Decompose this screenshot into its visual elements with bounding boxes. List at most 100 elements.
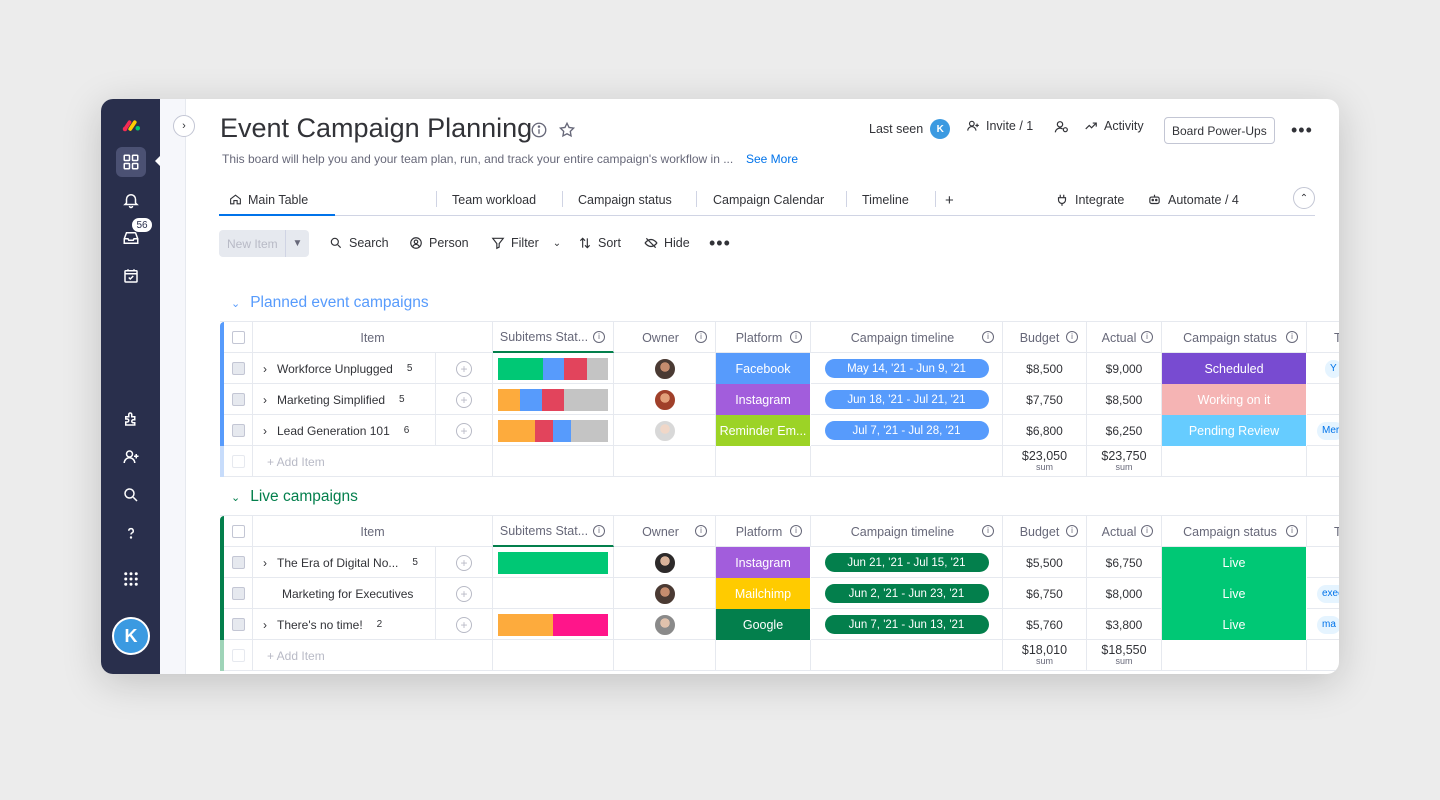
activity-button[interactable]: Activity: [1084, 119, 1144, 133]
status-cell[interactable]: Live: [1162, 578, 1307, 609]
platform-cell[interactable]: Mailchimp: [716, 578, 811, 609]
item-name[interactable]: Marketing Simplified: [277, 393, 385, 407]
bell-icon[interactable]: [116, 185, 146, 215]
info-icon[interactable]: i: [1141, 525, 1153, 537]
column-timeline[interactable]: Campaign timeline i: [811, 516, 1003, 547]
owner-cell[interactable]: [614, 384, 716, 415]
tab-team-workload[interactable]: Team workload: [452, 185, 536, 215]
group-collapse-chevron-icon[interactable]: ⌄: [231, 297, 240, 310]
platform-cell[interactable]: Facebook: [716, 353, 811, 384]
invite-user-icon[interactable]: [116, 442, 146, 472]
group-title-planned[interactable]: ⌄ Planned event campaigns: [231, 294, 429, 312]
item-name[interactable]: The Era of Digital No...: [277, 556, 398, 570]
timeline-cell[interactable]: May 14, '21 - Jun 9, '21: [811, 353, 1003, 384]
owner-cell[interactable]: [614, 578, 716, 609]
column-item[interactable]: Item: [253, 322, 493, 353]
integrate-button[interactable]: Integrate: [1055, 185, 1124, 215]
row-select-cell[interactable]: [224, 384, 253, 415]
expand-panel-chevron-icon[interactable]: ›: [173, 115, 195, 137]
filter-button[interactable]: Filter ⌄: [491, 236, 561, 250]
info-icon[interactable]: i: [1286, 525, 1298, 537]
updates-cell[interactable]: +: [436, 384, 493, 415]
budget-cell[interactable]: $6,800: [1003, 415, 1087, 446]
budget-cell[interactable]: $5,500: [1003, 547, 1087, 578]
status-cell[interactable]: Scheduled: [1162, 353, 1307, 384]
platform-cell[interactable]: Reminder Em...: [716, 415, 811, 446]
integrations-people-icon[interactable]: [1054, 119, 1070, 135]
owner-cell[interactable]: [614, 353, 716, 384]
item-name[interactable]: There's no time!: [277, 618, 363, 632]
table-row[interactable]: › Marketing Simplified 5 + Instagram Jun…: [220, 384, 1339, 415]
extra-tag[interactable]: exec: [1317, 584, 1339, 603]
see-more-link[interactable]: See More: [746, 152, 798, 166]
person-filter-button[interactable]: Person: [409, 236, 469, 250]
owner-avatar[interactable]: [653, 419, 676, 442]
actual-cell[interactable]: $3,800: [1087, 609, 1162, 640]
user-avatar[interactable]: K: [112, 617, 150, 655]
add-view-button[interactable]: +: [945, 185, 954, 215]
info-icon[interactable]: i: [982, 331, 994, 343]
add-update-icon[interactable]: +: [456, 360, 472, 377]
budget-cell[interactable]: $7,750: [1003, 384, 1087, 415]
timeline-cell[interactable]: Jun 18, '21 - Jul 21, '21: [811, 384, 1003, 415]
star-icon[interactable]: [558, 121, 576, 139]
budget-cell[interactable]: $8,500: [1003, 353, 1087, 384]
status-cell[interactable]: Live: [1162, 547, 1307, 578]
owner-cell[interactable]: [614, 547, 716, 578]
extra-cell[interactable]: Mer: [1307, 415, 1339, 446]
item-name-cell[interactable]: Marketing for Executives: [253, 578, 436, 609]
row-select-cell[interactable]: [224, 609, 253, 640]
actual-cell[interactable]: $9,000: [1087, 353, 1162, 384]
row-checkbox[interactable]: [231, 362, 245, 375]
tab-campaign-calendar[interactable]: Campaign Calendar: [713, 185, 824, 215]
select-all-cell[interactable]: [224, 516, 253, 547]
table-row[interactable]: › Lead Generation 101 6 + Reminder Em...…: [220, 415, 1339, 446]
column-timeline[interactable]: Campaign timeline i: [811, 322, 1003, 353]
expand-subitems-chevron-icon[interactable]: ›: [263, 393, 267, 407]
group-title-live[interactable]: ⌄ Live campaigns: [231, 488, 358, 506]
subitems-status-cell[interactable]: [493, 353, 614, 384]
extra-tag[interactable]: Y: [1325, 359, 1339, 378]
budget-cell[interactable]: $5,760: [1003, 609, 1087, 640]
column-extra[interactable]: T: [1307, 516, 1339, 547]
row-select-cell[interactable]: [224, 353, 253, 384]
timeline-cell[interactable]: Jun 7, '21 - Jun 13, '21: [811, 609, 1003, 640]
sort-button[interactable]: Sort: [578, 236, 621, 250]
updates-cell[interactable]: +: [436, 578, 493, 609]
info-icon[interactable]: i: [790, 525, 802, 537]
info-icon[interactable]: i: [790, 331, 802, 343]
timeline-cell[interactable]: Jun 21, '21 - Jul 15, '21: [811, 547, 1003, 578]
item-name-cell[interactable]: › There's no time! 2: [253, 609, 436, 640]
row-checkbox[interactable]: [231, 618, 245, 631]
info-icon[interactable]: i: [1141, 331, 1153, 343]
apps-puzzle-icon[interactable]: [116, 404, 146, 434]
owner-avatar[interactable]: [653, 388, 676, 411]
item-name[interactable]: Marketing for Executives: [282, 587, 413, 601]
platform-cell[interactable]: Instagram: [716, 384, 811, 415]
extra-cell[interactable]: [1307, 384, 1339, 415]
timeline-cell[interactable]: Jul 7, '21 - Jul 28, '21: [811, 415, 1003, 446]
group-collapse-chevron-icon[interactable]: ⌄: [231, 491, 240, 504]
actual-cell[interactable]: $8,500: [1087, 384, 1162, 415]
search-button[interactable]: Search: [329, 236, 389, 250]
item-name-cell[interactable]: › Workforce Unplugged 5: [253, 353, 436, 384]
item-name-cell[interactable]: › The Era of Digital No... 5: [253, 547, 436, 578]
expand-subitems-chevron-icon[interactable]: ›: [263, 362, 267, 376]
extra-tag[interactable]: Mer: [1317, 421, 1339, 440]
row-select-cell[interactable]: [224, 547, 253, 578]
subitems-status-cell[interactable]: [493, 578, 614, 609]
info-icon[interactable]: [530, 121, 548, 139]
owner-cell[interactable]: [614, 609, 716, 640]
row-checkbox[interactable]: [231, 424, 245, 437]
invite-button[interactable]: Invite / 1: [966, 119, 1033, 133]
more-options-icon[interactable]: •••: [1291, 120, 1313, 141]
tab-campaign-status[interactable]: Campaign status: [578, 185, 672, 215]
item-name-cell[interactable]: › Lead Generation 101 6: [253, 415, 436, 446]
hide-button[interactable]: Hide: [644, 236, 690, 250]
subitems-status-cell[interactable]: [493, 547, 614, 578]
status-cell[interactable]: Working on it: [1162, 384, 1307, 415]
tab-main-table[interactable]: Main Table: [219, 185, 335, 216]
column-owner[interactable]: Owner i: [614, 516, 716, 547]
actual-cell[interactable]: $6,750: [1087, 547, 1162, 578]
column-item[interactable]: Item: [253, 516, 493, 547]
